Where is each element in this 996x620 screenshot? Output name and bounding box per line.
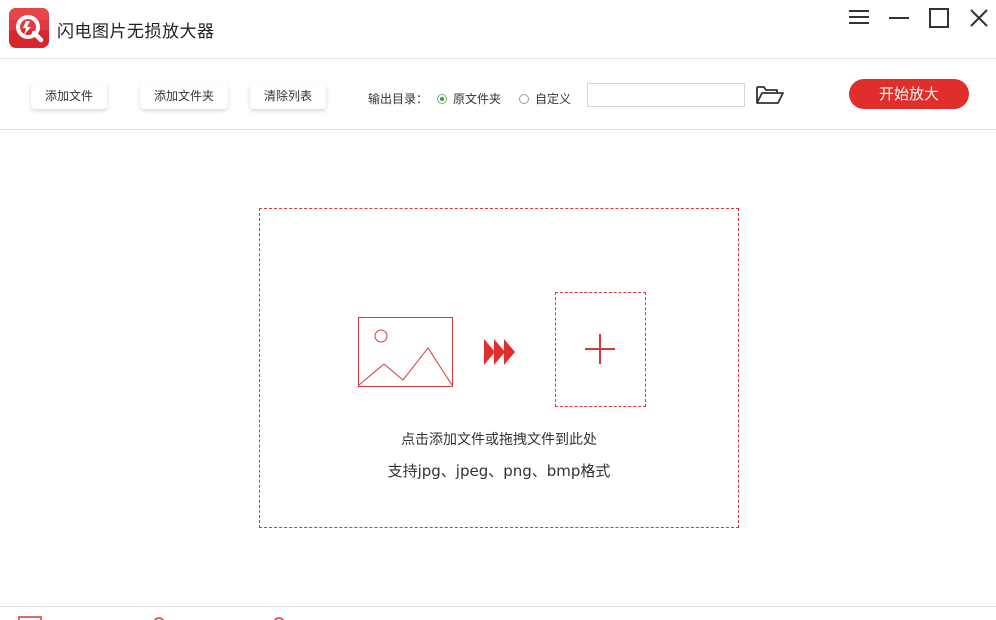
title-bar: 闪电图片无损放大器	[0, 0, 996, 59]
drop-zone[interactable]: 点击添加文件或拖拽文件到此处 支持jpg、jpeg、png、bmp格式	[259, 208, 739, 528]
drop-hint-text: 点击添加文件或拖拽文件到此处	[401, 432, 597, 448]
add-image-box[interactable]	[555, 292, 646, 407]
bottom-square-icon	[18, 616, 42, 620]
radio-original-label: 原文件夹	[453, 92, 502, 106]
clear-list-button[interactable]: 清除列表	[250, 83, 327, 109]
minimize-button[interactable]	[885, 6, 913, 30]
output-dir-label: 输出目录：	[368, 92, 429, 106]
browse-folder-button[interactable]	[755, 84, 785, 108]
close-button[interactable]	[965, 6, 993, 30]
bottom-circle-icon	[154, 617, 164, 620]
output-path-input[interactable]	[587, 83, 745, 107]
bottom-bar	[0, 606, 996, 620]
radio-dot-selected[interactable]	[437, 93, 447, 104]
add-folder-button[interactable]: 添加文件夹	[140, 83, 229, 109]
close-icon	[970, 9, 988, 27]
supported-formats-text: 支持jpg、jpeg、png、bmp格式	[387, 462, 611, 480]
maximize-button[interactable]	[925, 6, 953, 30]
radio-original-folder[interactable]: 原文件夹	[437, 90, 501, 107]
bottom-circle-icon	[274, 617, 284, 620]
radio-custom-label: 自定义	[535, 92, 572, 106]
menu-button[interactable]	[845, 6, 873, 30]
app-logo-icon	[9, 8, 49, 48]
maximize-icon	[929, 8, 949, 28]
minimize-icon	[889, 17, 909, 19]
image-icon	[358, 317, 453, 387]
triple-arrow-icon	[484, 339, 515, 365]
plus-icon	[585, 334, 615, 364]
start-enlarge-button[interactable]: 开始放大	[849, 79, 969, 109]
add-file-button[interactable]: 添加文件	[31, 83, 108, 109]
app-title: 闪电图片无损放大器	[57, 22, 215, 42]
radio-dot[interactable]	[519, 93, 529, 104]
folder-open-icon	[756, 86, 784, 104]
radio-custom[interactable]: 自定义	[519, 90, 571, 107]
menu-icon	[849, 10, 869, 24]
toolbar: 添加文件 添加文件夹 清除列表 输出目录： 原文件夹 自定义 开始放大	[0, 59, 996, 130]
